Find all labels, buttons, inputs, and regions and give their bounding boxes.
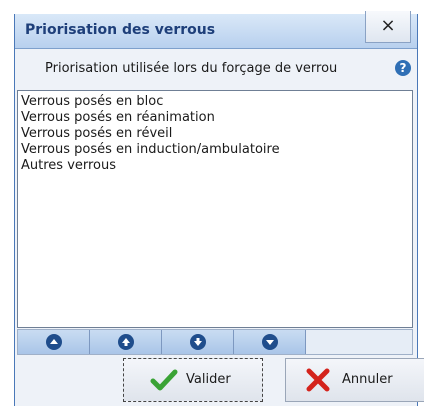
validate-label: Valider xyxy=(186,372,231,387)
move-down-icon xyxy=(190,334,206,350)
subtitle-text: Priorisation utilisée lors du forçage de… xyxy=(45,61,338,76)
check-icon xyxy=(150,369,178,391)
list-item-reveil[interactable]: Verrous posés en réveil xyxy=(18,126,412,142)
move-to-bottom-button[interactable] xyxy=(234,330,306,354)
list-item-autres[interactable]: Autres verrous xyxy=(18,158,412,174)
dialog-window: Priorisation des verrous × Priorisation … xyxy=(14,11,424,406)
move-to-top-button[interactable] xyxy=(18,330,90,354)
move-to-top-icon xyxy=(46,334,62,350)
cross-icon xyxy=(306,368,330,392)
validate-button[interactable]: Valider xyxy=(123,358,263,402)
dialog-title: Priorisation des verrous xyxy=(25,22,216,38)
close-button[interactable]: × xyxy=(365,11,411,43)
order-toolbar xyxy=(17,329,413,355)
list-item-induction[interactable]: Verrous posés en induction/ambulatoire xyxy=(18,142,412,158)
move-down-button[interactable] xyxy=(162,330,234,354)
cancel-label: Annuler xyxy=(342,372,393,387)
move-up-button[interactable] xyxy=(90,330,162,354)
move-up-icon xyxy=(118,334,134,350)
priority-listbox[interactable]: Verrous posés en bloc Verrous posés en r… xyxy=(17,90,413,328)
close-icon: × xyxy=(380,15,396,36)
cancel-button[interactable]: Annuler xyxy=(285,358,424,402)
move-to-bottom-icon xyxy=(262,334,278,350)
list-item-reanimation[interactable]: Verrous posés en réanimation xyxy=(18,110,412,126)
subtitle-row: Priorisation utilisée lors du forçage de… xyxy=(15,58,417,82)
title-bar[interactable]: Priorisation des verrous × xyxy=(15,11,417,49)
help-icon[interactable]: ? xyxy=(395,60,411,76)
list-item-bloc[interactable]: Verrous posés en bloc xyxy=(18,94,412,110)
